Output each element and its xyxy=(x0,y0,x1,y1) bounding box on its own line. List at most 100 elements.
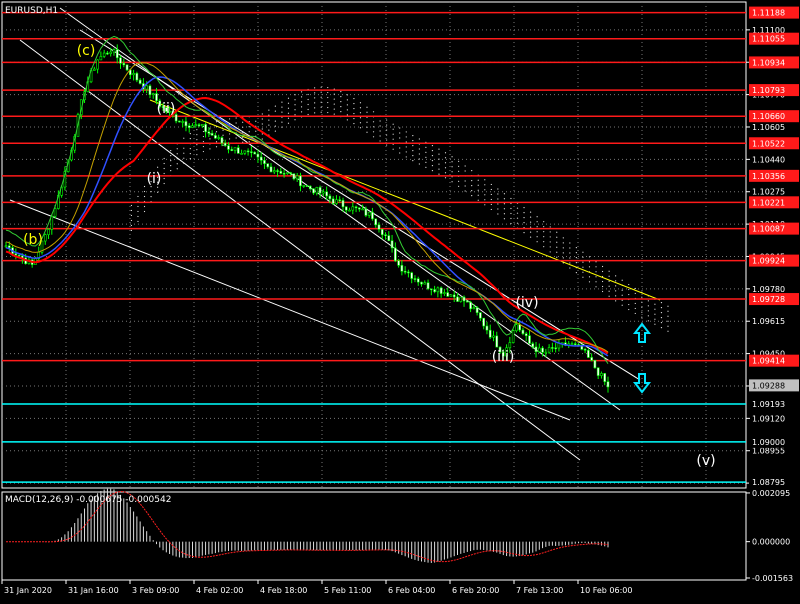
cloud-dot xyxy=(209,128,211,130)
cloud-dot xyxy=(235,122,237,124)
candle-body xyxy=(377,224,381,230)
cloud-dot xyxy=(359,102,362,104)
cloud-dot xyxy=(556,236,558,238)
candle-body xyxy=(590,357,593,361)
x-tick-label: 4 Feb 18:00 xyxy=(260,586,307,595)
candle-body xyxy=(50,215,54,230)
candle-body xyxy=(217,137,220,139)
cloud-dot xyxy=(634,287,636,290)
candle-body xyxy=(410,272,413,279)
cloud-dot xyxy=(516,217,519,219)
cloud-dot xyxy=(268,129,270,131)
cloud-dot xyxy=(595,276,597,278)
candle-body xyxy=(93,68,96,71)
cloud-dot xyxy=(183,137,185,139)
cloud-dot xyxy=(516,212,519,214)
candle-body xyxy=(4,245,8,248)
price-level-tag-label: 1.09193 xyxy=(752,400,785,409)
eurusd-h1-chart[interactable]: (c)(b)(i)(ii)(iii)(iv)(v) 1.111001.10935… xyxy=(0,0,800,600)
cloud-dot xyxy=(137,220,139,223)
cloud-dot xyxy=(497,208,499,210)
cloud-dot xyxy=(575,252,577,254)
cloud-dot xyxy=(621,294,623,296)
cloud-dot xyxy=(386,129,388,131)
cloud-dot xyxy=(549,251,551,253)
candle-body xyxy=(456,296,459,302)
cloud-dot xyxy=(418,158,420,160)
cloud-dot xyxy=(307,113,309,116)
cloud-dot xyxy=(615,280,617,282)
cloud-dot xyxy=(569,242,571,244)
cloud-dot xyxy=(274,105,276,107)
cloud-dot xyxy=(647,310,649,312)
cloud-dot xyxy=(582,266,584,268)
candle-body xyxy=(106,52,109,55)
candle-body xyxy=(292,173,296,180)
cloud-dot xyxy=(248,126,250,128)
cloud-dot xyxy=(562,257,564,259)
cloud-dot xyxy=(340,106,342,108)
candle-body xyxy=(14,253,18,256)
x-tick-label: 5 Feb 11:00 xyxy=(324,586,371,595)
cloud-dot xyxy=(556,251,558,253)
candle-body xyxy=(187,125,191,128)
cloud-dot xyxy=(647,315,649,317)
cloud-dot xyxy=(490,183,492,186)
cloud-dot xyxy=(543,231,545,233)
cloud-dot xyxy=(274,120,276,122)
current-price-label: 1.09288 xyxy=(752,381,785,390)
cloud-dot xyxy=(359,117,362,119)
cloud-dot xyxy=(163,157,165,160)
candle-body xyxy=(341,200,345,208)
candle-body xyxy=(583,349,587,351)
cloud-dot xyxy=(170,165,172,167)
candle-body xyxy=(495,335,499,348)
cloud-dot xyxy=(615,295,617,297)
cloud-dot xyxy=(477,199,479,201)
y-tick-label: 1.09120 xyxy=(752,414,785,423)
price-level-tag-label: 1.10522 xyxy=(752,139,785,148)
cloud-dot xyxy=(471,189,473,192)
candle-body xyxy=(426,282,430,290)
candle-body xyxy=(351,206,355,211)
cloud-dot xyxy=(582,251,584,253)
cloud-dot xyxy=(399,127,401,129)
cloud-dot xyxy=(529,226,532,228)
cloud-dot xyxy=(523,232,525,234)
cloud-dot xyxy=(444,167,447,169)
cloud-dot xyxy=(202,130,205,133)
cloud-dot xyxy=(621,279,623,281)
cloud-dot xyxy=(412,150,414,152)
candle-body xyxy=(420,281,423,285)
cloud-dot xyxy=(281,121,283,123)
cloud-dot xyxy=(503,203,506,205)
cloud-dot xyxy=(444,157,447,159)
cloud-dot xyxy=(170,155,172,157)
candle-body xyxy=(331,198,335,204)
candle-body xyxy=(528,335,531,344)
cloud-dot xyxy=(660,302,663,304)
candle-body xyxy=(521,329,525,334)
candle-body xyxy=(138,79,142,84)
candle-body xyxy=(269,166,273,173)
x-tick-label: 6 Feb 04:00 xyxy=(388,586,435,595)
y-tick-label: 1.10440 xyxy=(752,155,785,164)
cloud-dot xyxy=(543,241,545,243)
cloud-dot xyxy=(529,211,532,213)
cloud-dot xyxy=(431,145,434,147)
cloud-dot xyxy=(130,209,133,212)
cloud-dot xyxy=(510,222,512,225)
cloud-dot xyxy=(215,141,218,143)
candle-body xyxy=(174,114,178,122)
cloud-dot xyxy=(418,148,420,150)
cloud-dot xyxy=(654,323,656,325)
candle-body xyxy=(344,206,348,211)
cloud-dot xyxy=(601,285,604,288)
candle-body xyxy=(201,124,204,127)
cloud-dot xyxy=(222,129,224,131)
cloud-dot xyxy=(170,150,172,152)
candle-body xyxy=(112,49,116,53)
candle-body xyxy=(99,56,103,61)
cloud-dot xyxy=(248,131,250,133)
cloud-dot xyxy=(392,133,394,135)
